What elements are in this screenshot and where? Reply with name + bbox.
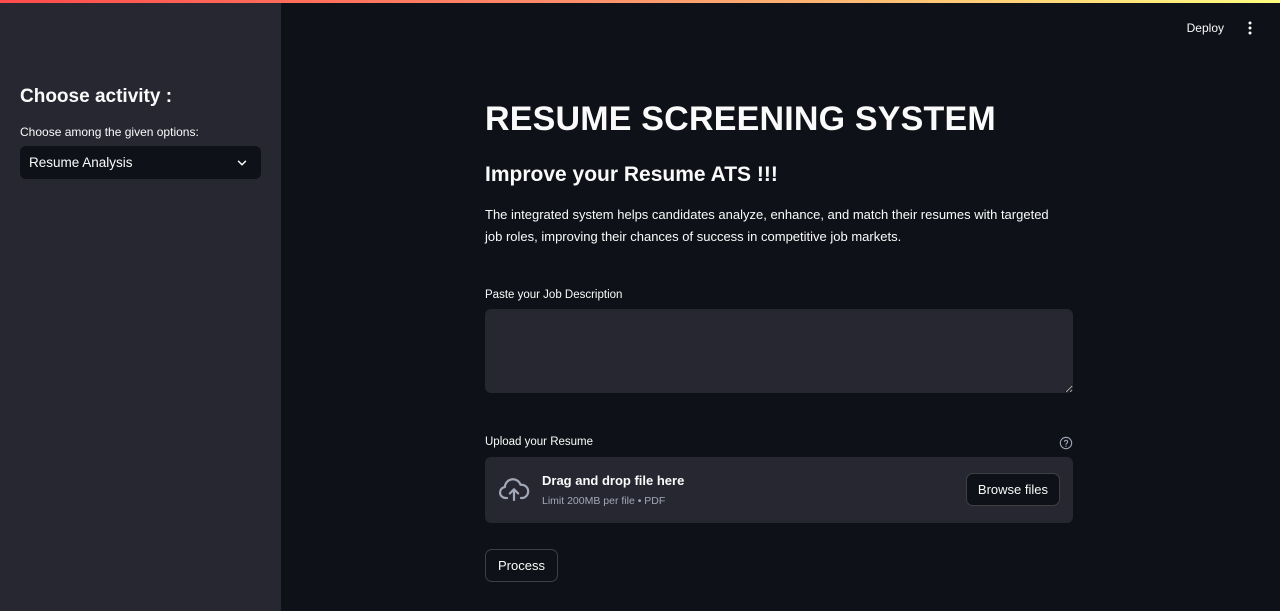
page-title: RESUME SCREENING SYSTEM [485, 100, 996, 138]
top-decoration-bar [0, 0, 1280, 3]
browse-files-button[interactable]: Browse files [965, 473, 1060, 506]
process-button[interactable]: Process [485, 549, 558, 582]
activity-select[interactable]: Resume Analysis [20, 146, 261, 179]
chevron-down-icon [237, 159, 247, 166]
job-description-input[interactable] [485, 309, 1073, 393]
sidebar-heading: Choose activity : [20, 86, 173, 107]
cloud-upload-icon [498, 478, 530, 502]
page-subtitle: Improve your Resume ATS !!! [485, 163, 778, 186]
activity-select-label: Choose among the given options: [20, 125, 199, 139]
header-actions: Deploy [1187, 20, 1258, 36]
sidebar: Choose activity : Choose among the given… [0, 0, 281, 611]
more-vertical-icon[interactable] [1242, 20, 1258, 36]
activity-select-value: Resume Analysis [29, 155, 133, 170]
dropzone-limit: Limit 200MB per file • PDF [542, 495, 666, 507]
dropzone-title: Drag and drop file here [542, 473, 685, 488]
resume-upload-label: Upload your Resume [485, 436, 594, 448]
job-description-label: Paste your Job Description [485, 289, 623, 301]
page-description: The integrated system helps candidates a… [485, 207, 1049, 244]
deploy-button[interactable]: Deploy [1187, 21, 1224, 35]
main-content: Deploy RESUME SCREENING SYSTEM Improve y… [281, 0, 1280, 611]
help-circle-icon[interactable] [1059, 436, 1073, 450]
file-dropzone[interactable]: Drag and drop file here Limit 200MB per … [485, 457, 1073, 523]
